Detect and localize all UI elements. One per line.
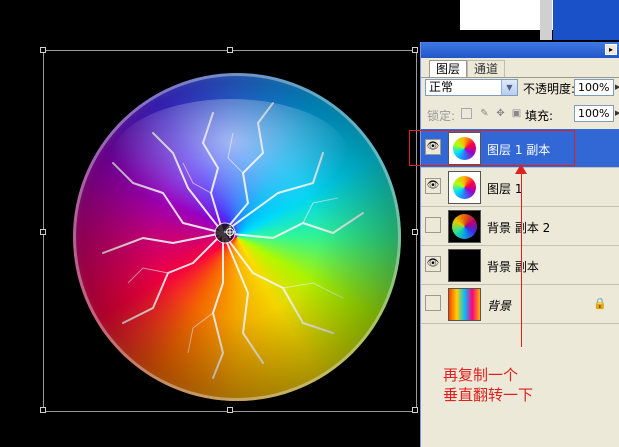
annotation-highlight-box	[409, 130, 575, 166]
blend-mode-select[interactable]: 正常 ▼	[425, 79, 518, 96]
annotation-line-2: 垂直翻转一下	[443, 386, 534, 404]
lock-all-icon[interactable]: ▣	[511, 108, 522, 119]
tab-channels[interactable]: 通道	[467, 60, 506, 77]
panel-tabs: 图层 通道	[421, 58, 619, 78]
transform-handle-top[interactable]	[227, 47, 233, 53]
layer-row[interactable]: 背景 副本 2	[421, 207, 619, 246]
layer-row[interactable]: 背景 🔒	[421, 285, 619, 324]
tab-layers[interactable]: 图层	[429, 60, 468, 77]
layer-row[interactable]: 👁 背景 副本	[421, 246, 619, 285]
layer-name: 背景 副本	[487, 260, 539, 274]
layer-name: 图层 1	[487, 182, 523, 196]
fill-slider-arrow-icon[interactable]: ▶	[615, 109, 619, 117]
transform-handle-top-right[interactable]	[412, 47, 418, 53]
annotation-text: 再复制一个 垂直翻转一下	[443, 365, 533, 405]
transform-handle-bottom-right[interactable]	[412, 407, 418, 413]
lock-icon: 🔒	[593, 297, 607, 310]
fill-input[interactable]: 100%	[574, 105, 614, 122]
transform-center-point-icon[interactable]	[224, 226, 236, 238]
layer-name: 背景	[487, 299, 512, 313]
annotation-line-1: 再复制一个	[443, 366, 519, 384]
chevron-down-icon[interactable]: ▼	[501, 80, 517, 95]
transform-handle-bottom[interactable]	[227, 407, 233, 413]
opacity-input[interactable]: 100%	[574, 79, 614, 96]
transform-handle-right[interactable]	[412, 229, 418, 235]
layer-thumbnail	[448, 171, 481, 204]
eye-hidden-icon[interactable]	[425, 295, 441, 311]
transform-handle-left[interactable]	[40, 229, 46, 235]
layer-thumbnail	[448, 288, 481, 321]
lock-transparent-icon[interactable]	[461, 108, 472, 119]
lock-move-icon[interactable]: ✥	[495, 108, 506, 119]
eye-icon[interactable]: 👁	[425, 256, 441, 272]
transform-handle-top-left[interactable]	[40, 47, 46, 53]
workspace-titlebar	[553, 0, 619, 40]
panel-menu-icon[interactable]: ▸	[605, 44, 617, 55]
opacity-slider-arrow-icon[interactable]: ▶	[615, 83, 619, 91]
blend-mode-value: 正常	[429, 80, 454, 94]
layer-name: 背景 副本 2	[487, 221, 551, 235]
transform-handle-bottom-left[interactable]	[40, 407, 46, 413]
lock-paint-icon[interactable]: ✎	[479, 108, 490, 119]
workspace-scrollbar[interactable]	[540, 0, 552, 40]
panel-titlebar[interactable]: ▸	[421, 42, 619, 58]
fill-label: 填充:	[525, 109, 554, 123]
layer-thumbnail	[448, 210, 481, 243]
eye-icon[interactable]: 👁	[425, 178, 441, 194]
eye-hidden-icon[interactable]	[425, 217, 441, 233]
layer-thumbnail	[448, 249, 481, 282]
lock-label: 锁定:	[427, 109, 456, 123]
annotation-line	[521, 172, 522, 347]
opacity-label: 不透明度:	[523, 82, 576, 96]
